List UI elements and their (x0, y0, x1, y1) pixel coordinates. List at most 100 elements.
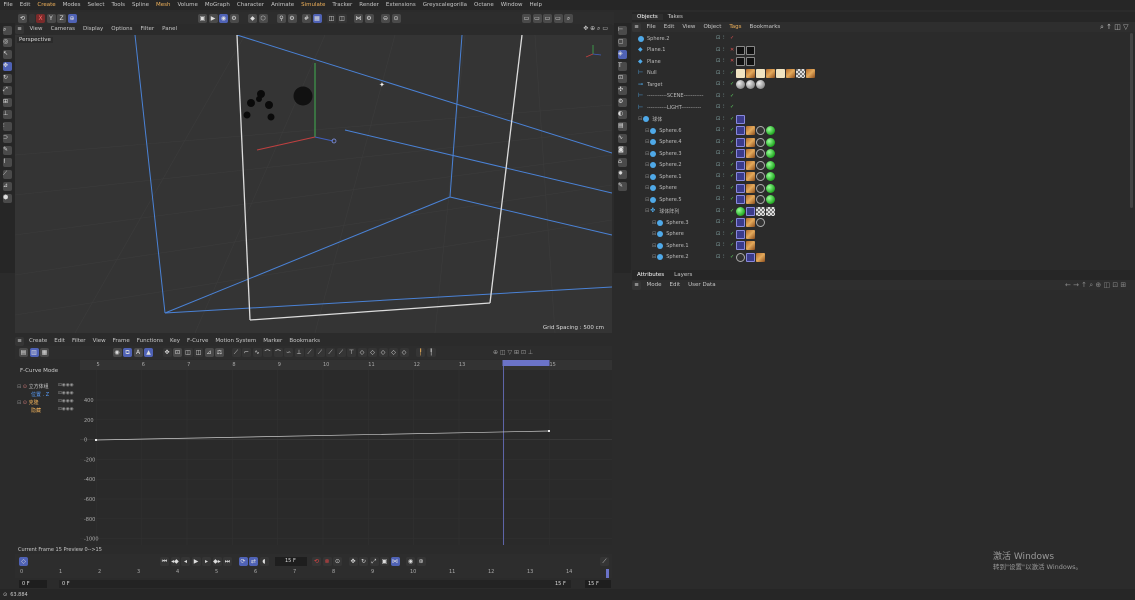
material-tag-icon[interactable] (746, 229, 755, 239)
visibility-flags[interactable]: ⊡ ⁝ ✓ (716, 127, 735, 133)
record-active-icon[interactable]: ⟲ (312, 557, 321, 566)
ruler-playhead[interactable] (606, 569, 609, 578)
step-icon[interactable]: ⌐ (242, 348, 251, 357)
timeline-nav-icons[interactable]: ⊕ ◫ ▽ ⊞ ⊡ ⊥ (493, 349, 533, 356)
visibility-flags[interactable]: ⊡ ⁝ ✕ (716, 47, 735, 53)
material-tag-icon[interactable] (736, 57, 745, 66)
attributes-menu-edit[interactable]: Edit (666, 282, 685, 288)
key-position-icon[interactable]: ✥ (348, 557, 358, 566)
enabled-check-icon[interactable]: ✓ (730, 150, 735, 156)
menu-item-select[interactable]: Select (84, 2, 108, 8)
render-view-icon[interactable]: ▣ (198, 14, 207, 23)
layer-flag-icon[interactable]: ⊡ (716, 127, 721, 133)
viewport-menu-filter[interactable]: Filter (137, 26, 159, 32)
fit-icon[interactable]: ◇ (399, 348, 409, 357)
object-row[interactable]: ⊟ Sphere.3 ⊡ ⁝ ✓ (632, 148, 1135, 160)
timeline-menu-edit[interactable]: Edit (51, 338, 69, 344)
timeline-menu-motion-system[interactable]: Motion System (212, 338, 260, 344)
tab-objects[interactable]: Objects (632, 14, 663, 20)
object-row[interactable]: ⊟ Sphere.3 ⊡ ⁝ ✓ (632, 217, 1135, 229)
menu-item-simulate[interactable]: Simulate (298, 2, 329, 8)
tangent2-icon[interactable]: ⟋ (315, 348, 325, 357)
material-tag-icon[interactable] (746, 149, 755, 158)
object-row[interactable]: ◆ Plane.1 ⊡ ⁝ ✕ (632, 45, 1135, 57)
measure-icon[interactable]: ⊿ (3, 182, 12, 191)
track-flags[interactable]: ⊡◉◉◉ (58, 391, 74, 396)
object-row[interactable]: ⊟ 球体 ⊡ ⁝ ✓ (632, 114, 1135, 126)
material-tag-icon[interactable] (786, 68, 795, 78)
text-icon[interactable]: T (618, 62, 627, 71)
visibility-flags[interactable]: ⊡ ⁝ ✓ (716, 162, 735, 168)
enabled-check-icon[interactable]: ✓ (730, 81, 735, 87)
object-row[interactable]: ⊟ ✤ 球体阵列 ⊡ ⁝ ✓ (632, 206, 1135, 218)
editor-visibility-icon[interactable]: ⁝ (723, 196, 728, 202)
menu-item-octane[interactable]: Octane (471, 2, 498, 8)
expand-icon[interactable]: ⊟ (645, 185, 649, 191)
track-flags[interactable]: ⊡◉◉◉ (58, 383, 74, 388)
menu-item-help[interactable]: Help (526, 2, 546, 8)
material-tag-icon[interactable] (736, 241, 745, 250)
object-row[interactable]: ⊢ -----------SCENE----------- ⊡ ⁝ ✓ (632, 91, 1135, 103)
enabled-check-icon[interactable]: ✓ (730, 254, 735, 260)
material-tag-icon[interactable] (756, 252, 765, 262)
material-tag-icon[interactable] (736, 126, 745, 135)
ease-out-icon[interactable]: ⌒ (273, 348, 283, 357)
hamburger-icon[interactable]: ≡ (15, 24, 24, 34)
editor-visibility-icon[interactable]: ⁝ (723, 139, 728, 145)
timeline-menu-f-curve[interactable]: F-Curve (184, 338, 212, 344)
menu-item-volume[interactable]: Volume (174, 2, 201, 8)
render-settings-icon[interactable]: ⚙ (229, 14, 239, 23)
transform-tool-icon[interactable]: ⊞ (3, 98, 12, 107)
axis-tool-icon[interactable]: ⊥ (3, 110, 12, 119)
dope-sheet-icon[interactable]: ▤ (19, 348, 28, 357)
editor-visibility-icon[interactable]: ⁝ (723, 104, 728, 110)
enabled-check-icon[interactable]: ✕ (730, 47, 735, 53)
object-menu-tags[interactable]: Tags (725, 24, 745, 30)
attributes-nav-icons[interactable]: ← → ↑ ⌕ ⊕ ◫ ⊡ ⊞ (1065, 281, 1126, 290)
editor-visibility-icon[interactable]: ⁝ (723, 81, 728, 87)
editor-visibility-icon[interactable]: ⁝ (723, 127, 728, 133)
menu-item-window[interactable]: Window (497, 2, 526, 8)
viewport-menu-cameras[interactable]: Cameras (47, 26, 79, 32)
material-tag-icon[interactable] (746, 241, 755, 250)
object-name[interactable]: Null (647, 70, 723, 76)
light-tool-icon[interactable]: ✸ (618, 170, 627, 179)
end-frame-field[interactable]: 15 F (585, 579, 611, 588)
object-name[interactable]: Plane (647, 59, 723, 65)
track-row[interactable]: 隐藏 ⊡◉◉◉ (17, 407, 74, 414)
deformer-icon[interactable]: ⚙ (618, 98, 627, 107)
layer-flag-icon[interactable]: ⊡ (716, 162, 721, 168)
timeline-menu-functions[interactable]: Functions (133, 338, 166, 344)
visibility-flags[interactable]: ⊡ ⁝ ✓ (716, 81, 735, 87)
layer-flag-icon[interactable]: ⊡ (716, 139, 721, 145)
viewport-menu-options[interactable]: Options (107, 26, 136, 32)
lock-tangent-icon[interactable]: ◇ (368, 348, 377, 357)
menu-item-tracker[interactable]: Tracker (329, 2, 356, 8)
material-tag-icon[interactable] (766, 183, 775, 193)
align-tool-icon[interactable]: ⫶ (3, 122, 12, 131)
spline-icon[interactable]: ∿ (252, 348, 262, 357)
material-tag-icon[interactable] (736, 229, 745, 239)
enabled-check-icon[interactable]: ✓ (730, 116, 735, 122)
material-tag-icon[interactable] (766, 172, 775, 181)
material-tag-icon[interactable] (746, 160, 755, 170)
enabled-check-icon[interactable]: ✓ (730, 185, 735, 191)
commander-icon[interactable]: ⌕ (564, 14, 573, 23)
track-row[interactable]: 位置 . Z ⊡◉◉◉ (17, 391, 74, 398)
material-tag-icon[interactable] (756, 137, 765, 147)
layer-flag-icon[interactable]: ⊡ (716, 173, 721, 179)
show-all-icon[interactable]: ◉ (112, 348, 122, 357)
expand-icon[interactable]: ⊟ (652, 220, 656, 226)
motion-view-icon[interactable]: ▦ (40, 348, 49, 357)
layer-flag-icon[interactable]: ⊡ (716, 231, 721, 237)
material-tag-icon[interactable] (806, 68, 815, 78)
enabled-check-icon[interactable]: ✓ (730, 93, 735, 99)
editor-visibility-icon[interactable]: ⁝ (723, 185, 728, 191)
layer-icon[interactable]: ▲ (144, 348, 153, 357)
frame-ruler[interactable]: 0 1 2 3 4 5 6 7 8 9 10 11 12 13 14 (15, 569, 612, 578)
material-tag-icon[interactable] (766, 206, 775, 216)
track-row[interactable]: ⊟ ⊙ 立方体组 ⊡◉◉◉ (17, 383, 74, 390)
position-z-curve[interactable] (95, 430, 550, 441)
object-row[interactable]: ⊟ Sphere.2 ⊡ ⁝ ✓ (632, 160, 1135, 172)
material-tag-icon[interactable] (736, 183, 745, 193)
